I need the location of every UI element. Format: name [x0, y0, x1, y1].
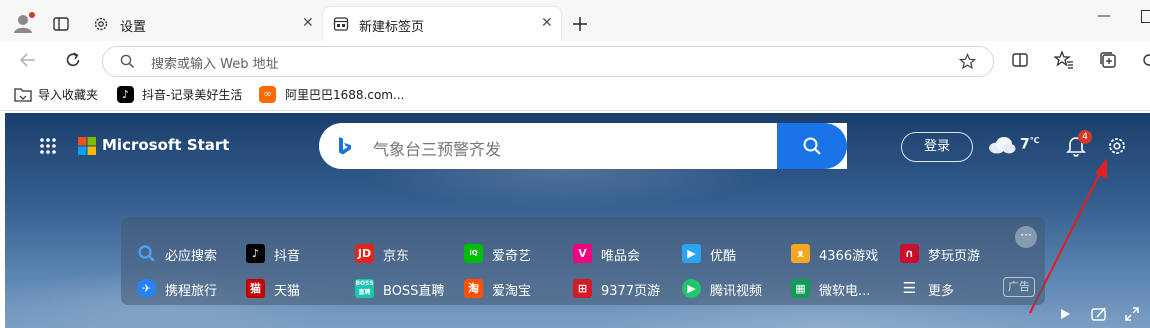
- minimize-icon[interactable]: —: [1097, 8, 1111, 24]
- ad-label: 广告: [1003, 277, 1035, 297]
- cloudy-weather-icon[interactable]: [988, 136, 1016, 154]
- quick-link-label: 微软电...: [819, 284, 871, 299]
- split-screen-icon[interactable]: [1011, 51, 1029, 69]
- more-options-button[interactable]: ···: [1015, 226, 1037, 248]
- new-tab-button[interactable]: [571, 15, 589, 33]
- jd-icon: JD: [355, 244, 374, 263]
- quick-link-label: 9377页游: [601, 284, 661, 299]
- play-icon[interactable]: [1058, 307, 1072, 321]
- quick-link-label: 京东: [383, 249, 410, 264]
- boss-icon: BOSS 直聘: [355, 279, 374, 298]
- extensions-icon[interactable]: [1140, 51, 1150, 69]
- add-favorite-star-icon[interactable]: [959, 53, 976, 70]
- cat-game-icon: ᴥ: [791, 244, 810, 263]
- notification-badge: 4: [1078, 130, 1092, 144]
- favorites-star-icon[interactable]: [1054, 50, 1074, 70]
- quick-links-panel: 必应搜索 ♪ 抖音 JD 京东 iQ 爱奇艺 V 唯品会 ▶ 优酷 ᴥ 4366…: [121, 217, 1045, 305]
- quick-link-label: 抖音: [274, 249, 301, 264]
- ms-store-icon: ▦: [791, 279, 810, 298]
- quick-link-label: BOSS直聘: [383, 284, 445, 299]
- close-icon[interactable]: ✕: [302, 15, 314, 31]
- favorites-bar: 导入收藏夹 ♪ 抖音-记录美好生活 ∞ 阿里巴巴1688.com...: [0, 79, 1150, 111]
- quick-link-label: 爱淘宝: [492, 284, 532, 299]
- close-icon[interactable]: ✕: [541, 15, 553, 31]
- favorite-1688[interactable]: 阿里巴巴1688.com...: [285, 86, 404, 103]
- quick-link-label: 腾讯视频: [710, 284, 763, 299]
- game-9377-icon: ⊞: [573, 279, 592, 298]
- bing-icon: [337, 136, 353, 156]
- tab-new-tab[interactable]: 新建标签页 ✕: [323, 7, 561, 41]
- douyin-icon: ♪: [117, 86, 134, 103]
- quick-link-label: 梦玩页游: [928, 249, 981, 264]
- collections-icon[interactable]: [1098, 50, 1118, 70]
- temperature-value: 7: [1020, 136, 1030, 153]
- new-tab-page-icon: [333, 16, 349, 32]
- quick-link-label: 4366游戏: [819, 249, 879, 264]
- search-button[interactable]: [777, 123, 847, 169]
- search-icon: [802, 136, 822, 156]
- import-favorites-icon: [14, 86, 32, 102]
- ctrip-icon: ✈: [137, 279, 156, 298]
- tab-new-tab-label: 新建标签页: [359, 20, 425, 35]
- tab-settings-label: 设置: [120, 20, 147, 35]
- tab-actions-icon[interactable]: [53, 16, 69, 32]
- tab-strip: 设置 ✕ 新建标签页 ✕ —: [0, 0, 1150, 41]
- tab-settings[interactable]: 设置 ✕: [84, 7, 322, 41]
- microsoft-logo-icon: [78, 137, 96, 155]
- quick-link-label: 优酷: [710, 249, 737, 264]
- tmall-icon: 猫: [246, 279, 265, 298]
- new-tab-content: Microsoft Start 气象台三预警齐发 登录 7℃ 4 必应搜索 ♪ …: [5, 113, 1150, 328]
- weather-temperature[interactable]: 7℃: [1020, 136, 1039, 153]
- temperature-unit: ℃: [1029, 136, 1040, 145]
- refresh-icon[interactable]: [64, 51, 82, 69]
- mengwan-icon: ∩: [900, 244, 919, 263]
- maximize-icon[interactable]: [1141, 10, 1150, 23]
- douyin-icon: ♪: [246, 244, 265, 263]
- quick-link-label: 携程旅行: [165, 284, 218, 299]
- edit-background-icon[interactable]: [1091, 306, 1107, 322]
- taobao-icon: 淘: [464, 279, 483, 298]
- profile-avatar[interactable]: [12, 12, 36, 36]
- expand-icon[interactable]: [1124, 306, 1140, 322]
- address-bar[interactable]: 搜索或输入 Web 地址: [102, 46, 994, 77]
- quick-link-label: 唯品会: [601, 249, 641, 264]
- login-button[interactable]: 登录: [901, 132, 973, 162]
- search-icon: [120, 54, 135, 69]
- iqiyi-icon: iQ: [464, 244, 483, 263]
- youku-icon: ▶: [682, 244, 701, 263]
- quick-link-label: 天猫: [274, 284, 301, 299]
- favorite-douyin[interactable]: 抖音-记录美好生活: [142, 86, 242, 103]
- menu-lines-icon: ☰: [902, 279, 917, 297]
- alibaba-icon: ∞: [259, 86, 276, 103]
- tencent-video-icon: ▶: [682, 279, 701, 298]
- address-bar-placeholder: 搜索或输入 Web 地址: [151, 57, 279, 72]
- quick-link-label: 必应搜索: [165, 249, 218, 264]
- back-arrow-icon[interactable]: [19, 51, 37, 69]
- app-launcher-icon[interactable]: [39, 137, 57, 155]
- quick-link-label: 爱奇艺: [492, 249, 532, 264]
- search-icon: [137, 244, 156, 263]
- quick-link-label: 更多: [928, 284, 955, 299]
- brand-title: Microsoft Start: [102, 136, 230, 154]
- gear-icon: [93, 16, 109, 32]
- favorite-import[interactable]: 导入收藏夹: [38, 86, 98, 103]
- search-placeholder: 气象台三预警齐发: [373, 140, 502, 159]
- web-search-box[interactable]: 气象台三预警齐发: [319, 123, 847, 169]
- vipshop-icon: V: [573, 244, 592, 263]
